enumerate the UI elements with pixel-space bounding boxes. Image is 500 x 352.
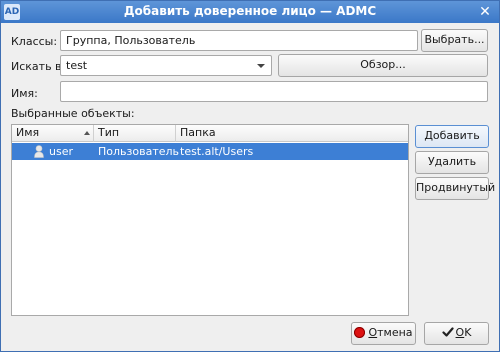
cancel-label: тмена — [377, 326, 413, 339]
window-title: Добавить доверенное лицо — ADMC — [123, 4, 377, 18]
selected-objects-table[interactable]: Имя Тип Папка user Пользователь test.alt… — [11, 124, 409, 316]
chevron-down-icon — [257, 64, 265, 68]
close-icon[interactable]: ✕ — [476, 3, 494, 21]
column-header-name[interactable]: Имя — [12, 125, 94, 142]
table-header: Имя Тип Папка — [12, 125, 408, 142]
search-in-value: test — [66, 59, 88, 72]
select-classes-button[interactable]: Выбрать... — [421, 29, 488, 52]
cancel-icon — [354, 327, 366, 338]
name-input[interactable] — [60, 81, 488, 102]
column-header-type[interactable]: Тип — [94, 125, 176, 142]
ok-label-mnemonic: O — [455, 326, 465, 339]
cancel-label-mnemonic: О — [368, 326, 378, 339]
user-icon — [34, 145, 44, 158]
advanced-button[interactable]: Продвинутый — [415, 177, 495, 200]
classes-label: Классы: — [11, 35, 58, 48]
table-row[interactable]: user Пользователь test.alt/Users — [12, 143, 408, 160]
cell-folder: test.alt/Users — [180, 145, 254, 158]
cell-name: user — [49, 145, 73, 158]
add-button[interactable]: Добавить — [415, 125, 489, 148]
column-header-folder[interactable]: Папка — [176, 125, 408, 142]
classes-field[interactable]: Группа, Пользователь — [60, 30, 418, 51]
search-in-combobox[interactable]: test — [60, 55, 272, 76]
ok-label: K — [464, 326, 472, 339]
cell-type: Пользователь — [98, 145, 180, 158]
ok-button[interactable]: OK — [424, 322, 489, 345]
title-bar[interactable]: AD Добавить доверенное лицо — ADMC ✕ — [1, 1, 499, 23]
selected-objects-label: Выбранные объекты: — [11, 107, 135, 120]
dialog-window: AD Добавить доверенное лицо — ADMC ✕ Кла… — [0, 0, 500, 352]
name-label: Имя: — [11, 87, 38, 100]
remove-button[interactable]: Удалить — [415, 151, 489, 174]
cancel-button[interactable]: Отмена — [351, 322, 416, 345]
search-in-label: Искать в: — [11, 60, 66, 73]
checkmark-icon — [441, 327, 454, 337]
browse-button[interactable]: Обзор... — [278, 54, 488, 77]
sort-ascending-icon — [84, 131, 90, 135]
